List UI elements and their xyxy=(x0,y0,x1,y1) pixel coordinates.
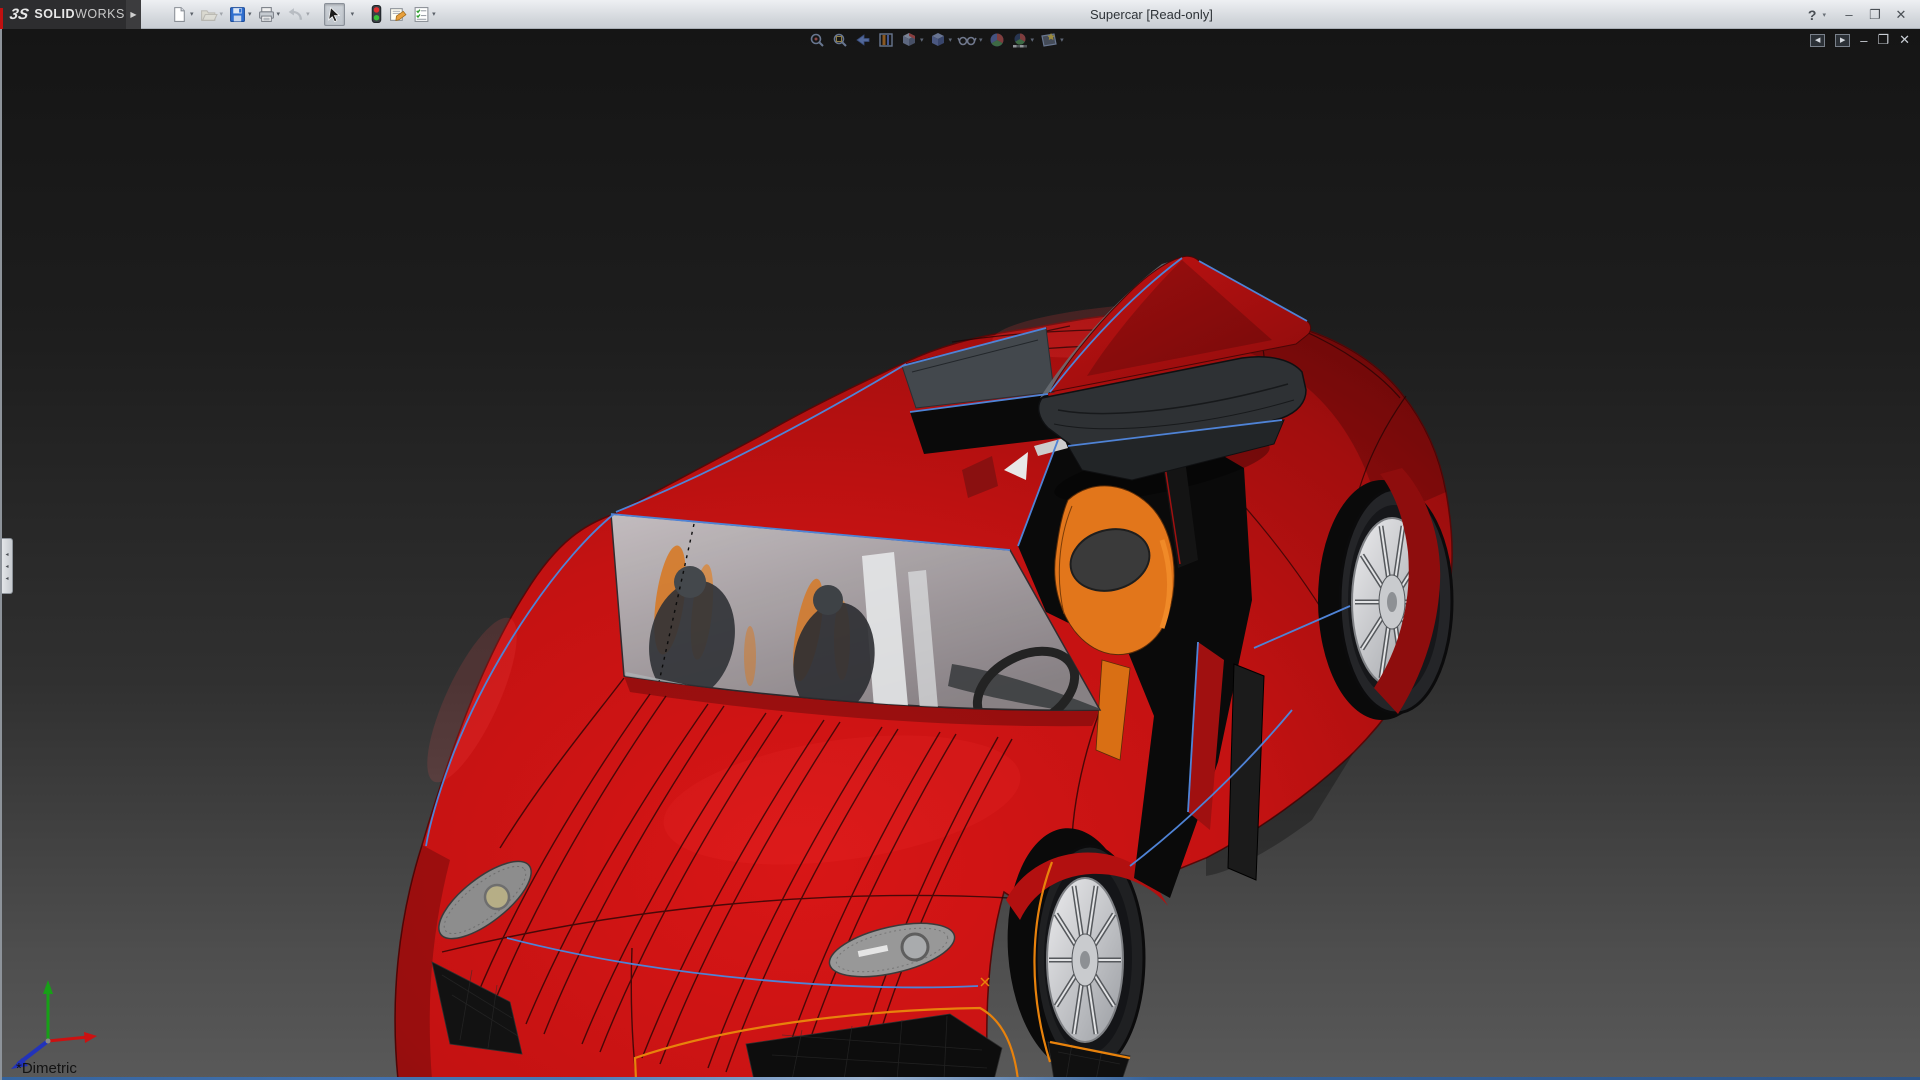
zoom-to-fit-button[interactable] xyxy=(808,31,826,49)
zoom-to-fit-icon xyxy=(810,33,824,47)
display-states-button[interactable] xyxy=(368,2,385,26)
view-settings-button[interactable]: ▾ xyxy=(1039,31,1064,49)
previous-view-icon xyxy=(856,34,870,46)
window-controls: ? ▾ – ❐ ✕ xyxy=(1806,0,1912,29)
comment-button[interactable] xyxy=(387,3,409,26)
triad-x-axis xyxy=(47,1035,89,1043)
undo-icon xyxy=(288,7,303,20)
apply-scene-button[interactable]: ▾ xyxy=(1011,31,1034,49)
brand-works: WORKS xyxy=(75,7,125,21)
view-settings-icon xyxy=(1041,33,1057,47)
zoom-to-area-icon xyxy=(833,33,847,47)
collapse-arrow-icon: ◂ xyxy=(5,563,9,570)
glasses-icon xyxy=(957,36,977,46)
menu-bar: 3S SOLID WORKS ▶ ▾ ▾ ▾ ▾ ▾ ▾ ▾ Supercar … xyxy=(0,0,1920,29)
open-icon xyxy=(200,9,218,21)
print-button[interactable]: ▾ xyxy=(256,3,283,26)
graphics-viewport[interactable]: ▾ ▾ ▾ ▾ ▾ ◀ ▶ – ❐ ✕ ◂ ◂ ◂ *Dimetric xyxy=(0,29,1920,1080)
save-icon xyxy=(230,6,245,22)
close-button[interactable]: ✕ xyxy=(1890,7,1912,23)
help-dropdown[interactable]: ▾ xyxy=(1822,11,1826,19)
minimize-button[interactable]: – xyxy=(1838,7,1860,22)
view-orientation-label: *Dimetric xyxy=(16,1060,77,1077)
pane-collapse-left-button[interactable]: ◀ xyxy=(1810,33,1826,47)
open-button[interactable]: ▾ xyxy=(198,3,226,26)
save-button[interactable]: ▾ xyxy=(227,3,254,26)
heads-up-view-toolbar: ▾ ▾ ▾ ▾ ▾ xyxy=(808,31,1064,49)
view-orientation-cube-icon xyxy=(903,33,915,46)
logo-3ds-mark: 3S xyxy=(8,5,31,23)
collapse-arrow-icon: ◂ xyxy=(5,551,9,558)
menu-flyout-arrow[interactable]: ▶ xyxy=(126,0,141,29)
collapse-arrow-icon: ◂ xyxy=(5,575,9,582)
document-window-controls: ◀ ▶ – ❐ ✕ xyxy=(1810,32,1910,48)
feature-tree-collapse-tab[interactable]: ◂ ◂ ◂ xyxy=(2,538,13,594)
hide-show-items-button[interactable]: ▾ xyxy=(957,31,983,49)
new-document-icon xyxy=(174,6,185,22)
new-document-button[interactable]: ▾ xyxy=(169,3,196,26)
select-button[interactable] xyxy=(323,2,345,26)
solidworks-logo: 3S SOLID WORKS xyxy=(0,0,126,29)
traffic-light-icon xyxy=(371,5,382,23)
view-orientation-button[interactable]: ▾ xyxy=(900,31,924,49)
doc-minimize-button[interactable]: – xyxy=(1860,33,1867,48)
appearance-ball-icon xyxy=(990,33,1004,47)
apply-scene-icon xyxy=(1012,33,1027,48)
doc-close-button[interactable]: ✕ xyxy=(1899,32,1910,48)
brand-solid: SOLID xyxy=(34,7,76,21)
document-title: Supercar [Read-only] xyxy=(1090,7,1213,22)
main-toolbar: ▾ ▾ ▾ ▾ ▾ ▾ ▾ xyxy=(169,2,438,26)
zoom-to-area-button[interactable] xyxy=(831,31,849,49)
3d-model-canvas[interactable] xyxy=(2,29,1920,1080)
select-dropdown[interactable]: ▾ xyxy=(347,7,357,21)
edit-appearance-button[interactable] xyxy=(988,31,1006,49)
options-button[interactable]: ▾ xyxy=(411,3,438,26)
checklist-icon xyxy=(414,6,429,22)
restore-button[interactable]: ❐ xyxy=(1864,7,1886,23)
comment-note-icon xyxy=(390,7,407,21)
display-style-cube-icon xyxy=(931,33,944,46)
print-icon xyxy=(258,6,274,22)
doc-restore-button[interactable]: ❐ xyxy=(1877,32,1889,48)
help-button[interactable]: ? xyxy=(1806,7,1819,23)
logo-red-edge xyxy=(0,7,3,29)
supercar-model xyxy=(394,255,1454,1080)
undo-button[interactable]: ▾ xyxy=(284,3,312,26)
previous-view-button[interactable] xyxy=(854,31,872,49)
select-cursor-icon xyxy=(327,6,340,22)
display-style-button[interactable]: ▾ xyxy=(929,31,952,49)
pane-collapse-right-button[interactable]: ▶ xyxy=(1835,33,1851,47)
section-view-icon xyxy=(879,33,893,47)
section-view-button[interactable] xyxy=(877,31,895,49)
